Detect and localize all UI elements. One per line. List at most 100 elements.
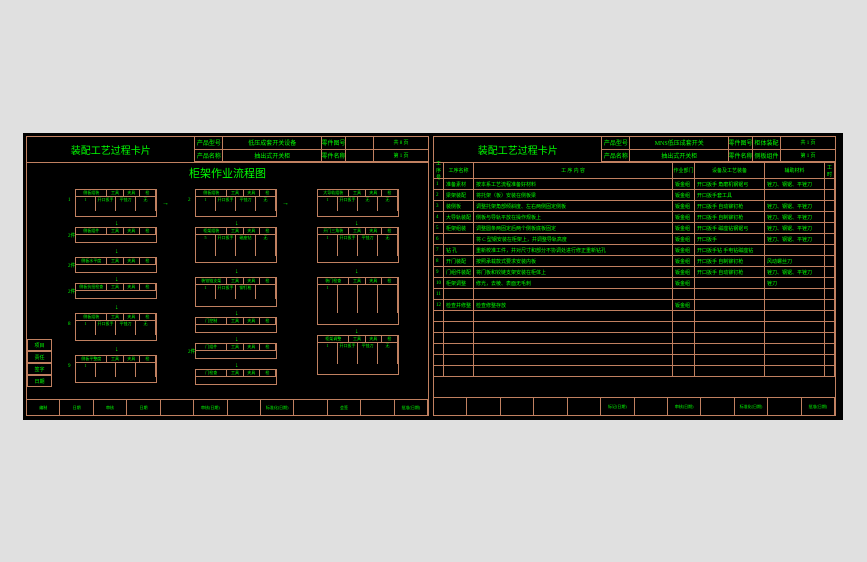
cell-time bbox=[825, 322, 835, 332]
flow-arrow: ↓ bbox=[355, 327, 359, 335]
flow-box-header: 侧板水平度工具夹具检 bbox=[76, 258, 156, 265]
flow-arrow: → bbox=[162, 199, 169, 207]
cell-time bbox=[825, 300, 835, 310]
col-content: 工 序 内 容 bbox=[474, 163, 673, 178]
flow-box-header: 侧板组装工具夹具检 bbox=[76, 314, 156, 321]
bottom-cell: 批准(日期) bbox=[802, 398, 835, 415]
cell-num: 5 bbox=[434, 223, 444, 233]
cell-dept: 钣金组 bbox=[673, 234, 695, 244]
col-name: 工序名称 bbox=[444, 163, 474, 178]
flow-box-row bbox=[76, 328, 156, 335]
flow-box: 柜架组装工具夹具检5开口扳手磁座钻无 bbox=[195, 227, 277, 263]
process-body: 1 准备素材 按本系工艺流程准备好材料 钣金组 开口扳手 角磨机钢锯弓 锉刀、钢… bbox=[434, 179, 835, 399]
process-row: 4 大导轨装配 侧板与导轨平放在操作规板上 钣金组 开口扳手 自制铆钉枪 锉刀、… bbox=[434, 212, 835, 223]
cell-content: 将 C 型钢安装在柜架上，并调整导轨高度 bbox=[474, 234, 673, 244]
tb-label: 产品名称 bbox=[195, 150, 223, 163]
flow-arrow: ↓ bbox=[355, 219, 359, 227]
tb-val: 柜体装配 bbox=[753, 137, 781, 150]
cell-num bbox=[434, 344, 444, 354]
bottom-cell: 审核(日期) bbox=[668, 398, 701, 415]
process-row: 10 柜架调整 修光，去棱、表面无毛刺 钣金组 锉刀 bbox=[434, 278, 835, 289]
flow-box-row bbox=[196, 249, 276, 256]
flow-box-id: 1 bbox=[68, 198, 71, 203]
side-labels: 项目 责任 签字 日期 bbox=[27, 339, 52, 387]
tb-val bbox=[346, 137, 374, 150]
cell-aux bbox=[765, 366, 825, 376]
cell-equip: 开口扳手 bbox=[695, 234, 765, 244]
cell-num: 7 bbox=[434, 245, 444, 255]
cell-dept bbox=[673, 311, 695, 321]
page-total: 共 8 页 bbox=[374, 137, 428, 150]
cell-aux bbox=[765, 355, 825, 365]
bottom-cell: 审核(日期) bbox=[194, 400, 227, 415]
cell-name: 门组件装配 bbox=[444, 267, 474, 277]
cell-time bbox=[825, 234, 835, 244]
flow-box-row: 1开口扳手无无 bbox=[318, 197, 398, 204]
col-aux: 辅助材料 bbox=[765, 163, 825, 178]
flow-box-row: 1开口扳手平锉刀无 bbox=[76, 321, 156, 328]
cell-time bbox=[825, 344, 835, 354]
cell-time bbox=[825, 366, 835, 376]
flow-box-row: 1开口扳手平锉刀无 bbox=[76, 197, 156, 204]
title-block-2: 装配工艺过程卡片 产品型号 MNS低压成套开关 零件图号 柜体装配 产品名称 抽… bbox=[434, 137, 835, 163]
cell-aux bbox=[765, 344, 825, 354]
cell-aux: 风动螺丝刀 bbox=[765, 256, 825, 266]
cell-dept: 钣金组 bbox=[673, 245, 695, 255]
process-row: 2 梁架装配 将托架（板）安装在侧板梁 钣金组 开口扳手套工具 bbox=[434, 190, 835, 201]
process-row: 6 将 C 型钢安装在柜架上，并调整导轨高度 钣金组 开口扳手 锉刀、钢锯、平锉… bbox=[434, 234, 835, 245]
flow-box: 装门检查工具夹具检1 bbox=[317, 277, 399, 325]
flow-box-id: 2件 bbox=[68, 232, 76, 239]
cell-name bbox=[444, 322, 474, 332]
cell-aux: 锉刀、钢锯、平锉刀 bbox=[765, 223, 825, 233]
cell-equip bbox=[695, 366, 765, 376]
tb-label: 零件图号 bbox=[322, 137, 346, 150]
cell-time bbox=[825, 333, 835, 343]
cell-content: 重新校准工件，并对尺寸和部分不协调处进行修正重新钻孔 bbox=[474, 245, 673, 255]
flow-box: 2侧板组装工具夹具检1开口扳手平锉刀无 bbox=[195, 189, 277, 217]
cell-content: 侧板与导轨平放在操作规板上 bbox=[474, 212, 673, 222]
cell-name: 准备素材 bbox=[444, 179, 474, 189]
flow-box-header: 侧板组件工具夹具检 bbox=[76, 228, 156, 235]
cell-name: 大导轨装配 bbox=[444, 212, 474, 222]
page-current: 第 1 页 bbox=[781, 150, 835, 163]
cell-content: 按照承载款式要求安装内板 bbox=[474, 256, 673, 266]
tb-grid-2: 产品型号 MNS低压成套开关 零件图号 柜体装配 产品名称 抽出式开关柜 零件名… bbox=[602, 137, 781, 162]
flow-box-row: 1开口扳手铆钉枪 bbox=[196, 285, 276, 292]
cell-dept: 钣金组 bbox=[673, 256, 695, 266]
flow-arrow: ↓ bbox=[235, 309, 239, 317]
col-dept: 作业部门 bbox=[673, 163, 695, 178]
cell-num bbox=[434, 311, 444, 321]
flow-arrow: ↓ bbox=[115, 275, 119, 283]
flow-arrow: ↓ bbox=[235, 335, 239, 343]
flow-box-row: 1 bbox=[318, 285, 398, 292]
bottom-cell: 标记(日期) bbox=[601, 398, 634, 415]
cell-equip bbox=[695, 278, 765, 288]
process-row: 5 柜架组装 调整圆条两固定后两个侧板底板固定 钣金组 开口扳手 磁座钻钢锯弓 … bbox=[434, 223, 835, 234]
bottom-cell bbox=[568, 398, 601, 415]
cell-name bbox=[444, 333, 474, 343]
cell-num: 10 bbox=[434, 278, 444, 288]
bottom-cell bbox=[161, 400, 194, 415]
cell-equip bbox=[695, 311, 765, 321]
cell-num: 2 bbox=[434, 190, 444, 200]
cell-aux bbox=[765, 311, 825, 321]
flow-box-id: 2 bbox=[188, 198, 191, 203]
cell-equip: 开口扳手 自动铆钉枪 bbox=[695, 201, 765, 211]
flow-box: 2件门组件工具夹具检 bbox=[195, 343, 277, 359]
flow-box: 开门三角装工具夹具检1开口扳手平锉刀无 bbox=[317, 227, 399, 263]
cell-aux: 锉刀、钢锯、平锉刀 bbox=[765, 212, 825, 222]
flow-box-row bbox=[196, 204, 276, 211]
flow-box: 2件侧板抗扭检查工具夹具检 bbox=[75, 283, 157, 299]
cell-content bbox=[474, 333, 673, 343]
col-num: 工序号 bbox=[434, 163, 444, 178]
cell-aux: 锉刀、钢锯、平锉刀 bbox=[765, 179, 825, 189]
flow-box-row: 5开口扳手磁座钻无 bbox=[196, 235, 276, 242]
cell-name: 柜架调整 bbox=[444, 278, 474, 288]
cell-num: 8 bbox=[434, 256, 444, 266]
cell-aux: 锉刀、钢锯、平锉刀 bbox=[765, 234, 825, 244]
flow-box: 装铰链支架工具夹具检1开口扳手铆钉枪 bbox=[195, 277, 277, 307]
cell-equip bbox=[695, 344, 765, 354]
tb-grid-1: 产品型号 低压成套开关设备 零件图号 产品名称 抽出式开关柜 零件名称 bbox=[195, 137, 374, 162]
flow-box-row bbox=[318, 350, 398, 357]
flow-arrow: ↓ bbox=[115, 219, 119, 227]
